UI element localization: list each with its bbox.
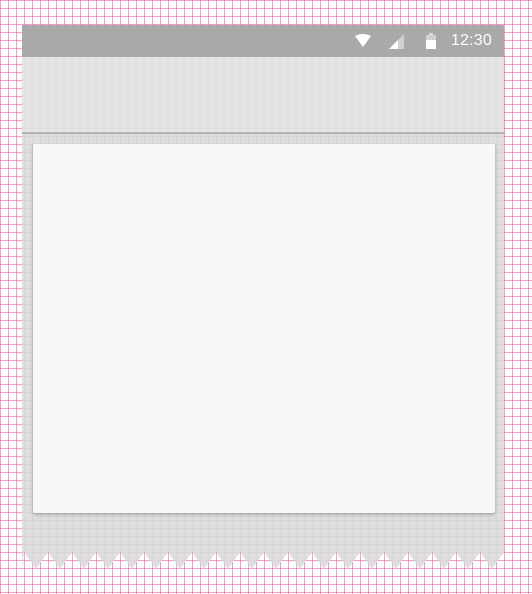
content-card	[33, 144, 495, 513]
phone-screen: 12:30	[22, 25, 504, 569]
content-area	[22, 134, 504, 546]
torn-edge	[22, 546, 504, 569]
status-time: 12:30	[450, 32, 492, 49]
cellular-signal-icon	[389, 33, 405, 49]
wifi-icon	[354, 33, 371, 49]
battery-icon	[423, 33, 439, 49]
status-bar: 12:30	[22, 25, 504, 57]
app-bar	[22, 57, 504, 134]
